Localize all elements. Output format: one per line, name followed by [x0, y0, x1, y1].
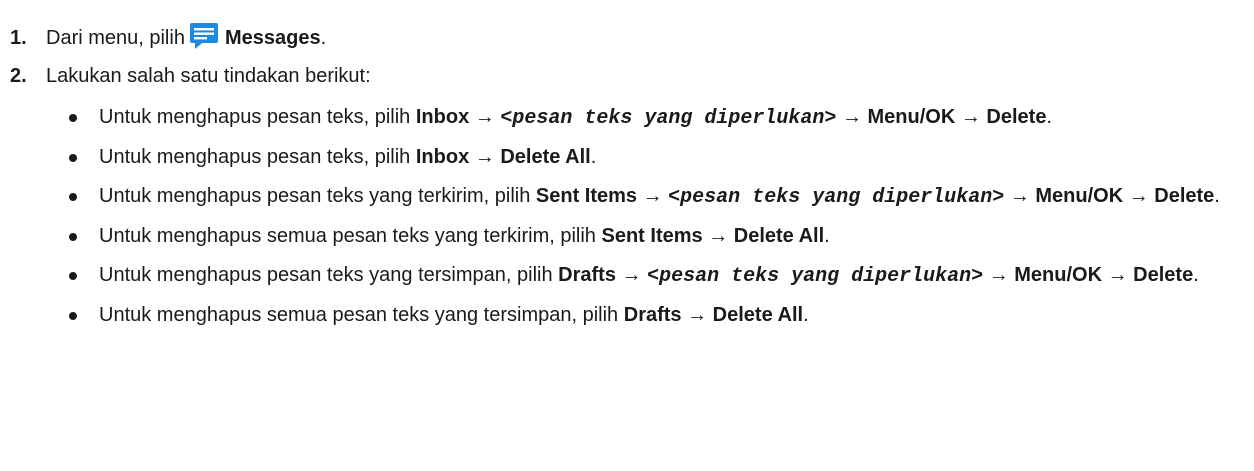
menu-path-item: Delete All	[712, 304, 804, 326]
step-text: Lakukan salah satu tindakan berikut:	[46, 65, 371, 87]
list-text: →	[1123, 185, 1155, 207]
list-text: Untuk menghapus pesan teks yang terkirim…	[99, 185, 536, 207]
bullet-dot	[69, 193, 77, 201]
list-text: Untuk menghapus pesan teks yang tersimpa…	[99, 264, 559, 286]
menu-path-item: Menu/OK	[1014, 264, 1103, 286]
menu-path-item: Sent Items	[601, 225, 703, 247]
list-text: →	[955, 106, 987, 128]
list-text: →	[836, 106, 868, 128]
list-item: Untuk menghapus semua pesan teks yang te…	[0, 301, 1239, 330]
step-text-after: .	[320, 27, 327, 49]
menu-path-item: Delete	[986, 106, 1047, 128]
list-text: →	[1102, 264, 1134, 286]
menu-path-item: Delete All	[733, 225, 825, 247]
list-text: →	[469, 106, 501, 128]
step-text-before: Dari menu, pilih	[46, 27, 185, 49]
bullet-dot	[69, 312, 77, 320]
bullet-dot	[69, 114, 77, 122]
list-text: →	[469, 146, 501, 168]
bullet-dot	[69, 154, 77, 162]
messages-icon	[189, 22, 219, 50]
list-item: Untuk menghapus pesan teks, pilih Inbox …	[0, 103, 1239, 133]
step-number: 2.	[10, 65, 27, 87]
bullet-dot	[69, 272, 77, 280]
list-text: Untuk menghapus pesan teks, pilih	[99, 106, 416, 128]
list-text: Untuk menghapus pesan teks, pilih	[99, 146, 416, 168]
list-text: .	[824, 225, 830, 247]
menu-path-item: Inbox	[415, 146, 470, 168]
menu-path-item: Drafts	[623, 304, 682, 326]
menu-path-item: Inbox	[415, 106, 470, 128]
step-number: 1.	[10, 27, 27, 49]
list-item: Untuk menghapus pesan teks yang terkirim…	[0, 182, 1239, 212]
list-item: Untuk menghapus pesan teks yang tersimpa…	[0, 261, 1239, 291]
list-text: →	[681, 304, 713, 326]
list-item: Untuk menghapus pesan teks, pilih Inbox …	[0, 143, 1239, 172]
list-text: .	[1214, 185, 1220, 207]
list-text: →	[637, 185, 669, 207]
instruction-document: 1. Dari menu, pilih Messages. 2. Lakukan sa…	[0, 0, 1254, 471]
list-text: Untuk menghapus semua pesan teks yang te…	[99, 304, 624, 326]
step-text: Dari menu, pilih Messages.	[46, 22, 326, 53]
placeholder-text: <pesan teks yang diperlukan>	[668, 186, 1005, 209]
menu-path-item: Menu/OK	[1035, 185, 1124, 207]
menu-path-item: Delete	[1133, 264, 1194, 286]
action-list: Untuk menghapus pesan teks, pilih Inbox …	[0, 103, 1254, 340]
list-text: .	[803, 304, 809, 326]
list-text: .	[1193, 264, 1199, 286]
list-text: .	[1046, 106, 1053, 128]
list-item: Untuk menghapus semua pesan teks yang te…	[0, 222, 1239, 251]
placeholder-text: <pesan teks yang diperlukan>	[647, 265, 984, 288]
messages-label: Messages	[224, 27, 321, 49]
step-2: 2. Lakukan salah satu tindakan berikut:	[10, 62, 371, 91]
list-text: →	[983, 264, 1015, 286]
menu-path-item: Sent Items	[535, 185, 638, 207]
list-text: →	[615, 264, 648, 286]
menu-path-item: Delete	[1154, 185, 1215, 207]
bullet-dot	[69, 233, 77, 241]
list-text: →	[702, 225, 734, 247]
menu-path-item: Delete All	[500, 146, 591, 168]
list-text: Untuk menghapus semua pesan teks yang te…	[99, 225, 602, 247]
list-text: →	[1004, 185, 1036, 207]
menu-path-item: Menu/OK	[867, 106, 956, 128]
list-text: .	[590, 146, 597, 168]
step-1: 1. Dari menu, pilih Messages.	[10, 22, 326, 53]
placeholder-text: <pesan teks yang diperlukan>	[500, 107, 837, 130]
menu-path-item: Drafts	[558, 264, 616, 286]
